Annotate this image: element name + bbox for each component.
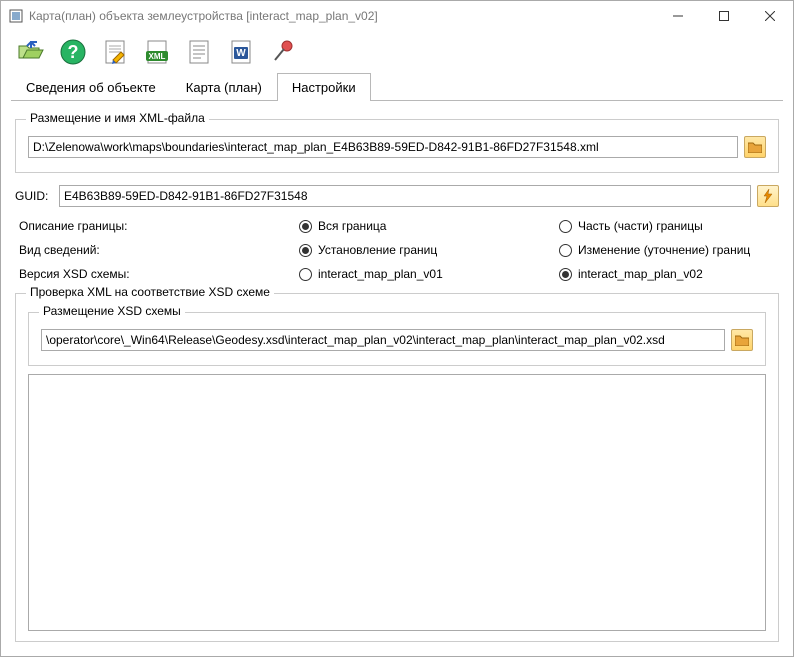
close-button[interactable]: [747, 1, 793, 31]
xsd-path-title: Размещение XSD схемы: [39, 304, 185, 318]
window: Карта(план) объекта землеустройства [int…: [0, 0, 794, 657]
radio-establish[interactable]: Установление границ: [299, 243, 559, 257]
titlebar: Карта(план) объекта землеустройства [int…: [1, 1, 793, 31]
tab-row: Сведения об объекте Карта (план) Настрой…: [1, 73, 793, 101]
info-type-label: Вид сведений:: [19, 243, 299, 257]
help-button[interactable]: ?: [55, 34, 91, 70]
tab-map-plan[interactable]: Карта (план): [171, 73, 277, 101]
options-grid: Описание границы: Вся граница Часть (час…: [19, 219, 775, 281]
xml-group-title: Размещение и имя XML-файла: [26, 111, 209, 125]
xsd-path-input[interactable]: [41, 329, 725, 351]
svg-text:XML: XML: [149, 52, 166, 61]
edit-doc-button[interactable]: [97, 34, 133, 70]
radio-selected-icon: [559, 268, 572, 281]
svg-text:W: W: [236, 48, 246, 59]
text-doc-button[interactable]: [181, 34, 217, 70]
radio-icon: [559, 220, 572, 233]
tab-object-info[interactable]: Сведения об объекте: [11, 73, 171, 101]
xsd-path-group: Размещение XSD схемы: [28, 312, 766, 366]
radio-icon: [559, 244, 572, 257]
tab-settings[interactable]: Настройки: [277, 73, 371, 101]
open-button[interactable]: [13, 34, 49, 70]
browse-xsd-button[interactable]: [731, 329, 753, 351]
xml-button[interactable]: XML: [139, 34, 175, 70]
guid-label: GUID:: [15, 189, 53, 203]
xsd-check-group: Проверка XML на соответствие XSD схеме Р…: [15, 293, 779, 642]
svg-text:?: ?: [68, 42, 79, 62]
radio-selected-icon: [299, 244, 312, 257]
guid-input[interactable]: [59, 185, 751, 207]
radio-all-boundary[interactable]: Вся граница: [299, 219, 559, 233]
radio-change[interactable]: Изменение (уточнение) границ: [559, 243, 775, 257]
minimize-button[interactable]: [655, 1, 701, 31]
content: Размещение и имя XML-файла GUID: Описани…: [1, 101, 793, 656]
radio-v02[interactable]: interact_map_plan_v02: [559, 267, 775, 281]
window-controls: [655, 1, 793, 31]
radio-selected-icon: [299, 220, 312, 233]
validation-log[interactable]: [28, 374, 766, 631]
pin-button[interactable]: [265, 34, 301, 70]
boundary-label: Описание границы:: [19, 219, 299, 233]
toolbar: ? XML W: [1, 31, 793, 73]
titlebar-text: Карта(план) объекта землеустройства [int…: [29, 9, 655, 23]
browse-xml-button[interactable]: [744, 136, 766, 158]
xsd-check-title: Проверка XML на соответствие XSD схеме: [26, 285, 274, 299]
maximize-button[interactable]: [701, 1, 747, 31]
xml-file-group: Размещение и имя XML-файла: [15, 119, 779, 173]
radio-part-boundary[interactable]: Часть (части) границы: [559, 219, 775, 233]
word-button[interactable]: W: [223, 34, 259, 70]
xsd-version-label: Версия XSD схемы:: [19, 267, 299, 281]
app-icon: [9, 9, 23, 23]
radio-v01[interactable]: interact_map_plan_v01: [299, 267, 559, 281]
generate-guid-button[interactable]: [757, 185, 779, 207]
radio-icon: [299, 268, 312, 281]
xml-path-input[interactable]: [28, 136, 738, 158]
